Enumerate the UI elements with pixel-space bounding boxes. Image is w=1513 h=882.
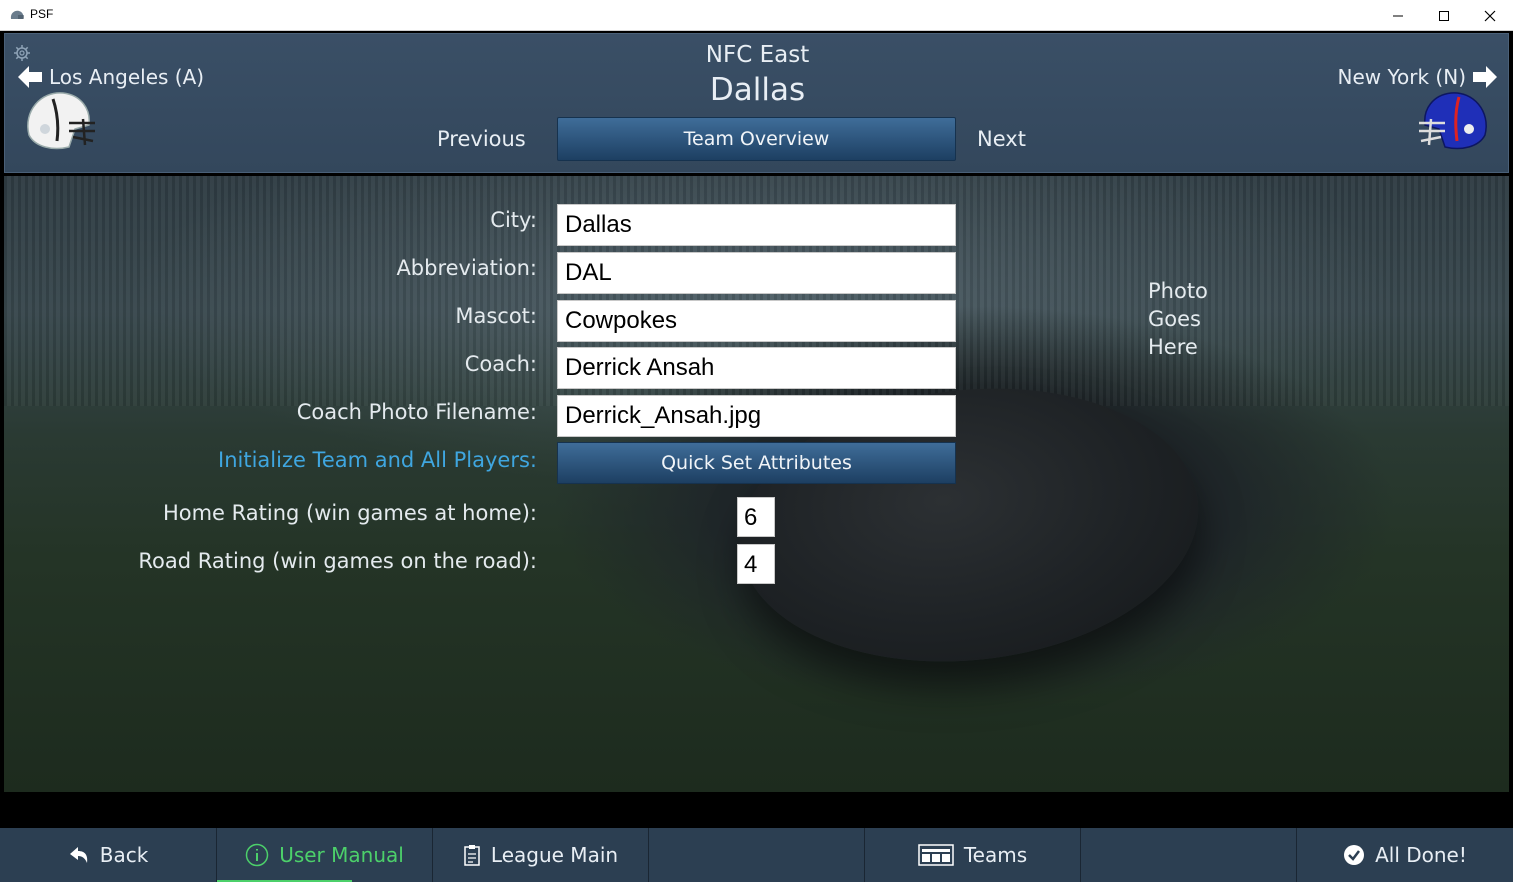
road-rating-label: Road Rating (win games on the road): — [138, 549, 537, 573]
city-label: City: — [490, 208, 537, 232]
league-main-button[interactable]: League Main — [433, 828, 649, 882]
road-rating-field[interactable]: 4 — [737, 544, 775, 584]
minimize-button[interactable] — [1375, 0, 1421, 31]
home-rating-label: Home Rating (win games at home): — [162, 501, 537, 525]
coach-label: Coach: — [464, 352, 537, 376]
bottom-nav-bar: Back User Manual League Main Teams All D… — [0, 828, 1513, 882]
teams-button[interactable]: Teams — [865, 828, 1081, 882]
photo-placeholder-line: Here — [1148, 335, 1198, 359]
league-main-label: League Main — [490, 843, 619, 867]
user-manual-label: User Manual — [279, 843, 404, 867]
back-label: Back — [99, 843, 149, 867]
division-label: NFC East — [705, 42, 810, 68]
team-overview-panel: City: Dallas Abbreviation: DAL Mascot: C… — [4, 176, 1509, 792]
user-manual-button[interactable]: User Manual — [217, 828, 433, 882]
mascot-field[interactable]: Cowpokes — [557, 300, 956, 342]
coach-photo-filename-field[interactable]: Derrick_Ansah.jpg — [557, 395, 956, 437]
initialize-team-link[interactable]: Initialize Team and All Players: — [4, 448, 537, 472]
home-rating-field[interactable]: 6 — [737, 497, 775, 537]
close-button[interactable] — [1467, 0, 1513, 31]
close-icon — [1484, 10, 1496, 21]
all-done-button[interactable]: All Done! — [1297, 828, 1513, 882]
coach-photo-filename-label: Coach Photo Filename: — [296, 400, 537, 424]
check-icon — [1343, 844, 1365, 866]
maximize-icon — [1439, 10, 1449, 21]
quick-set-attributes-button[interactable]: Quick Set Attributes — [557, 442, 956, 484]
team-header: Los Angeles (A) New York (N) NFC East Da… — [4, 33, 1509, 173]
clipboard-icon — [463, 844, 481, 866]
teams-icon — [918, 843, 954, 867]
abbreviation-field[interactable]: DAL — [557, 252, 956, 294]
next-button[interactable]: Next — [977, 127, 1026, 151]
window-titlebar: PSF — [0, 0, 1513, 31]
coach-photo-placeholder: Photo Goes Here — [1148, 277, 1208, 361]
maximize-button[interactable] — [1421, 0, 1467, 31]
team-overview-button[interactable]: Team Overview — [557, 117, 956, 161]
back-arrow-icon — [68, 844, 90, 866]
back-button[interactable]: Back — [0, 828, 217, 882]
mascot-label: Mascot: — [455, 304, 537, 328]
all-done-label: All Done! — [1375, 843, 1467, 867]
coach-field[interactable]: Derrick Ansah — [557, 347, 956, 389]
abbreviation-label: Abbreviation: — [396, 256, 537, 280]
app-helmet-icon — [10, 10, 24, 19]
empty-nav-slot — [1081, 828, 1297, 882]
teams-label: Teams — [963, 843, 1028, 867]
photo-placeholder-line: Photo — [1148, 279, 1208, 303]
window-title: PSF — [30, 7, 54, 21]
team-name-title: Dallas — [709, 72, 806, 108]
empty-nav-slot — [649, 828, 865, 882]
photo-placeholder-line: Goes — [1148, 307, 1201, 331]
previous-button[interactable]: Previous — [437, 127, 526, 151]
info-icon — [245, 843, 269, 867]
city-field[interactable]: Dallas — [557, 204, 956, 246]
minimize-icon — [1393, 15, 1403, 16]
